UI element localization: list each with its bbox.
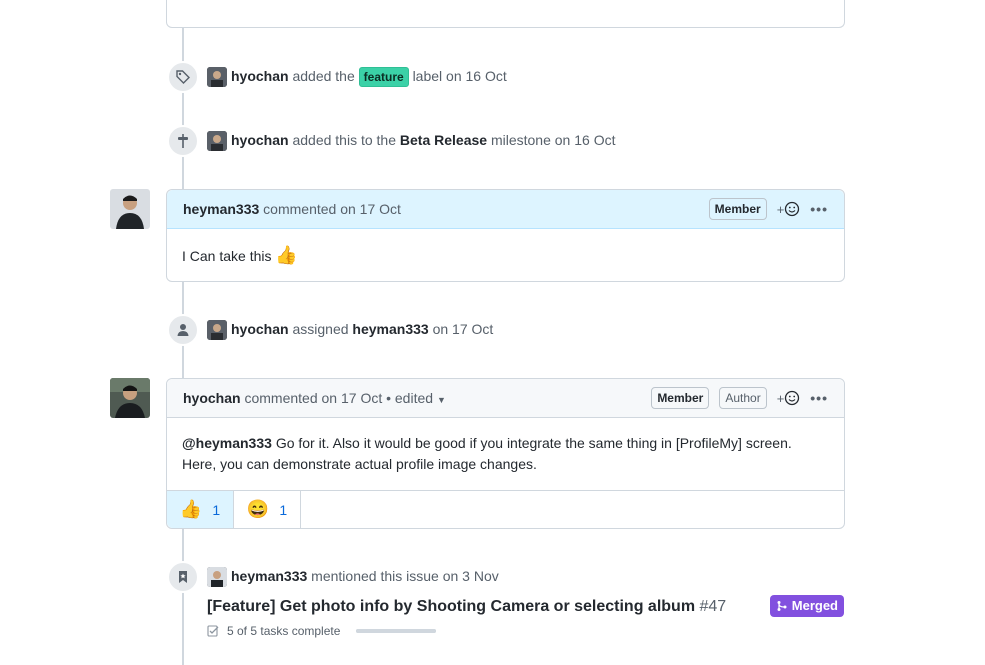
- event-text: milestone: [490, 132, 551, 148]
- avatar[interactable]: [207, 131, 227, 151]
- more-options-icon[interactable]: •••: [810, 390, 828, 406]
- event-date[interactable]: on 16 Oct: [555, 132, 616, 148]
- plus-label: +: [776, 201, 785, 217]
- comment-meta: heyman333 commented on 17 Oct: [183, 201, 401, 217]
- comment-date[interactable]: on 17 Oct: [322, 390, 383, 406]
- comment-header-actions: Member + •••: [708, 198, 828, 220]
- comment-heyman333: heyman333 commented on 17 Oct Member + •…: [166, 189, 845, 282]
- label-event: hyochan added the feature label on 16 Oc…: [231, 66, 507, 87]
- event-text: assigned: [292, 321, 349, 337]
- milestone-link[interactable]: Beta Release: [400, 132, 487, 148]
- chevron-down-icon: ▼: [436, 395, 446, 405]
- bookmark-icon: [167, 561, 199, 593]
- event-text: added the: [292, 68, 355, 84]
- comment-action: commented: [244, 390, 318, 406]
- mention-link[interactable]: @heyman333: [182, 435, 272, 451]
- comment-body: @heyman333 Go for it. Also it would be g…: [167, 418, 844, 490]
- comment-header: hyochan commented on 17 Oct • edited ▼ M…: [167, 379, 844, 418]
- previous-comment-box: [166, 0, 845, 28]
- thumbs-up-emoji: 👍: [179, 499, 203, 519]
- merge-icon: [777, 601, 787, 611]
- avatar[interactable]: [207, 67, 227, 87]
- tag-icon: [167, 61, 199, 93]
- mention-event: heyman333 mentioned this issue on 3 Nov: [231, 566, 499, 586]
- add-reaction-button[interactable]: +: [777, 390, 801, 406]
- reactions-bar: 👍 1 😄 1: [167, 490, 844, 528]
- avatar-heyman333[interactable]: [110, 189, 150, 229]
- comment-body: I Can take this 👍: [167, 229, 844, 267]
- comment-text: Go for it. Also it would be good if you …: [275, 435, 792, 451]
- event-user-link[interactable]: hyochan: [231, 321, 289, 337]
- comment-date[interactable]: on 17 Oct: [340, 201, 401, 217]
- tasks-progress-fill: [356, 629, 437, 633]
- edited-label: • edited: [386, 390, 434, 406]
- label-feature[interactable]: feature: [358, 67, 409, 87]
- tasks-text: 5 of 5 tasks complete: [227, 624, 341, 638]
- smiley-icon: [785, 390, 800, 406]
- assign-event: hyochan assigned heyman333 on 17 Oct: [231, 319, 493, 339]
- event-date[interactable]: on 3 Nov: [443, 568, 499, 584]
- assignee-link[interactable]: heyman333: [352, 321, 428, 337]
- checklist-icon: [207, 625, 219, 637]
- more-options-icon[interactable]: •••: [810, 201, 828, 217]
- thumbs-up-emoji: 👍: [275, 245, 298, 265]
- reaction-thumbs-up[interactable]: 👍 1: [167, 491, 234, 528]
- merged-badge: Merged: [769, 595, 844, 617]
- comment-hyochan: hyochan commented on 17 Oct • edited ▼ M…: [166, 378, 845, 529]
- merged-label: Merged: [791, 598, 838, 613]
- person-icon: [167, 314, 199, 346]
- comment-text: I Can take this: [182, 248, 272, 264]
- event-date[interactable]: on 17 Oct: [433, 321, 494, 337]
- avatar[interactable]: [207, 567, 227, 587]
- add-reaction-button[interactable]: +: [777, 201, 801, 217]
- milestone-event: hyochan added this to the Beta Release m…: [231, 130, 615, 150]
- comment-action: commented: [263, 201, 337, 217]
- avatar[interactable]: [207, 320, 227, 340]
- event-user-link[interactable]: hyochan: [231, 132, 289, 148]
- member-badge: Member: [708, 198, 767, 220]
- author-badge: Author: [719, 387, 767, 409]
- event-text: label: [412, 68, 443, 84]
- comment-line: @heyman333 Go for it. Also it would be g…: [182, 433, 829, 454]
- reaction-count: 1: [279, 501, 288, 518]
- pr-number: #47: [699, 598, 727, 615]
- laugh-emoji: 😄: [246, 499, 270, 519]
- comment-header: heyman333 commented on 17 Oct Member + •…: [167, 190, 844, 229]
- smiley-icon: [785, 201, 800, 217]
- plus-label: +: [776, 390, 785, 406]
- pr-title: [Feature] Get photo info by Shooting Cam…: [207, 598, 696, 615]
- avatar-hyochan[interactable]: [110, 378, 150, 418]
- reaction-laugh[interactable]: 😄 1: [234, 491, 301, 528]
- tasks-progress: 5 of 5 tasks complete: [207, 624, 437, 638]
- reaction-count: 1: [212, 501, 221, 518]
- event-user-link[interactable]: heyman333: [231, 568, 307, 584]
- comment-meta: hyochan commented on 17 Oct • edited ▼: [183, 390, 446, 406]
- comment-line: Here, you can demonstrate actual profile…: [182, 456, 537, 472]
- comment-author[interactable]: heyman333: [183, 201, 259, 217]
- event-user-link[interactable]: hyochan: [231, 68, 289, 84]
- member-badge: Member: [651, 387, 710, 409]
- milestone-icon: [167, 125, 199, 157]
- pr-link[interactable]: [Feature] Get photo info by Shooting Cam…: [207, 598, 726, 616]
- tasks-progress-bar: [356, 629, 437, 633]
- event-date[interactable]: on 16 Oct: [446, 68, 507, 84]
- comment-author[interactable]: hyochan: [183, 390, 241, 406]
- event-text: mentioned this issue: [311, 568, 439, 584]
- event-text: added this to the: [292, 132, 396, 148]
- comment-header-actions: Member Author + •••: [651, 387, 828, 409]
- edited-dropdown[interactable]: • edited ▼: [386, 390, 446, 406]
